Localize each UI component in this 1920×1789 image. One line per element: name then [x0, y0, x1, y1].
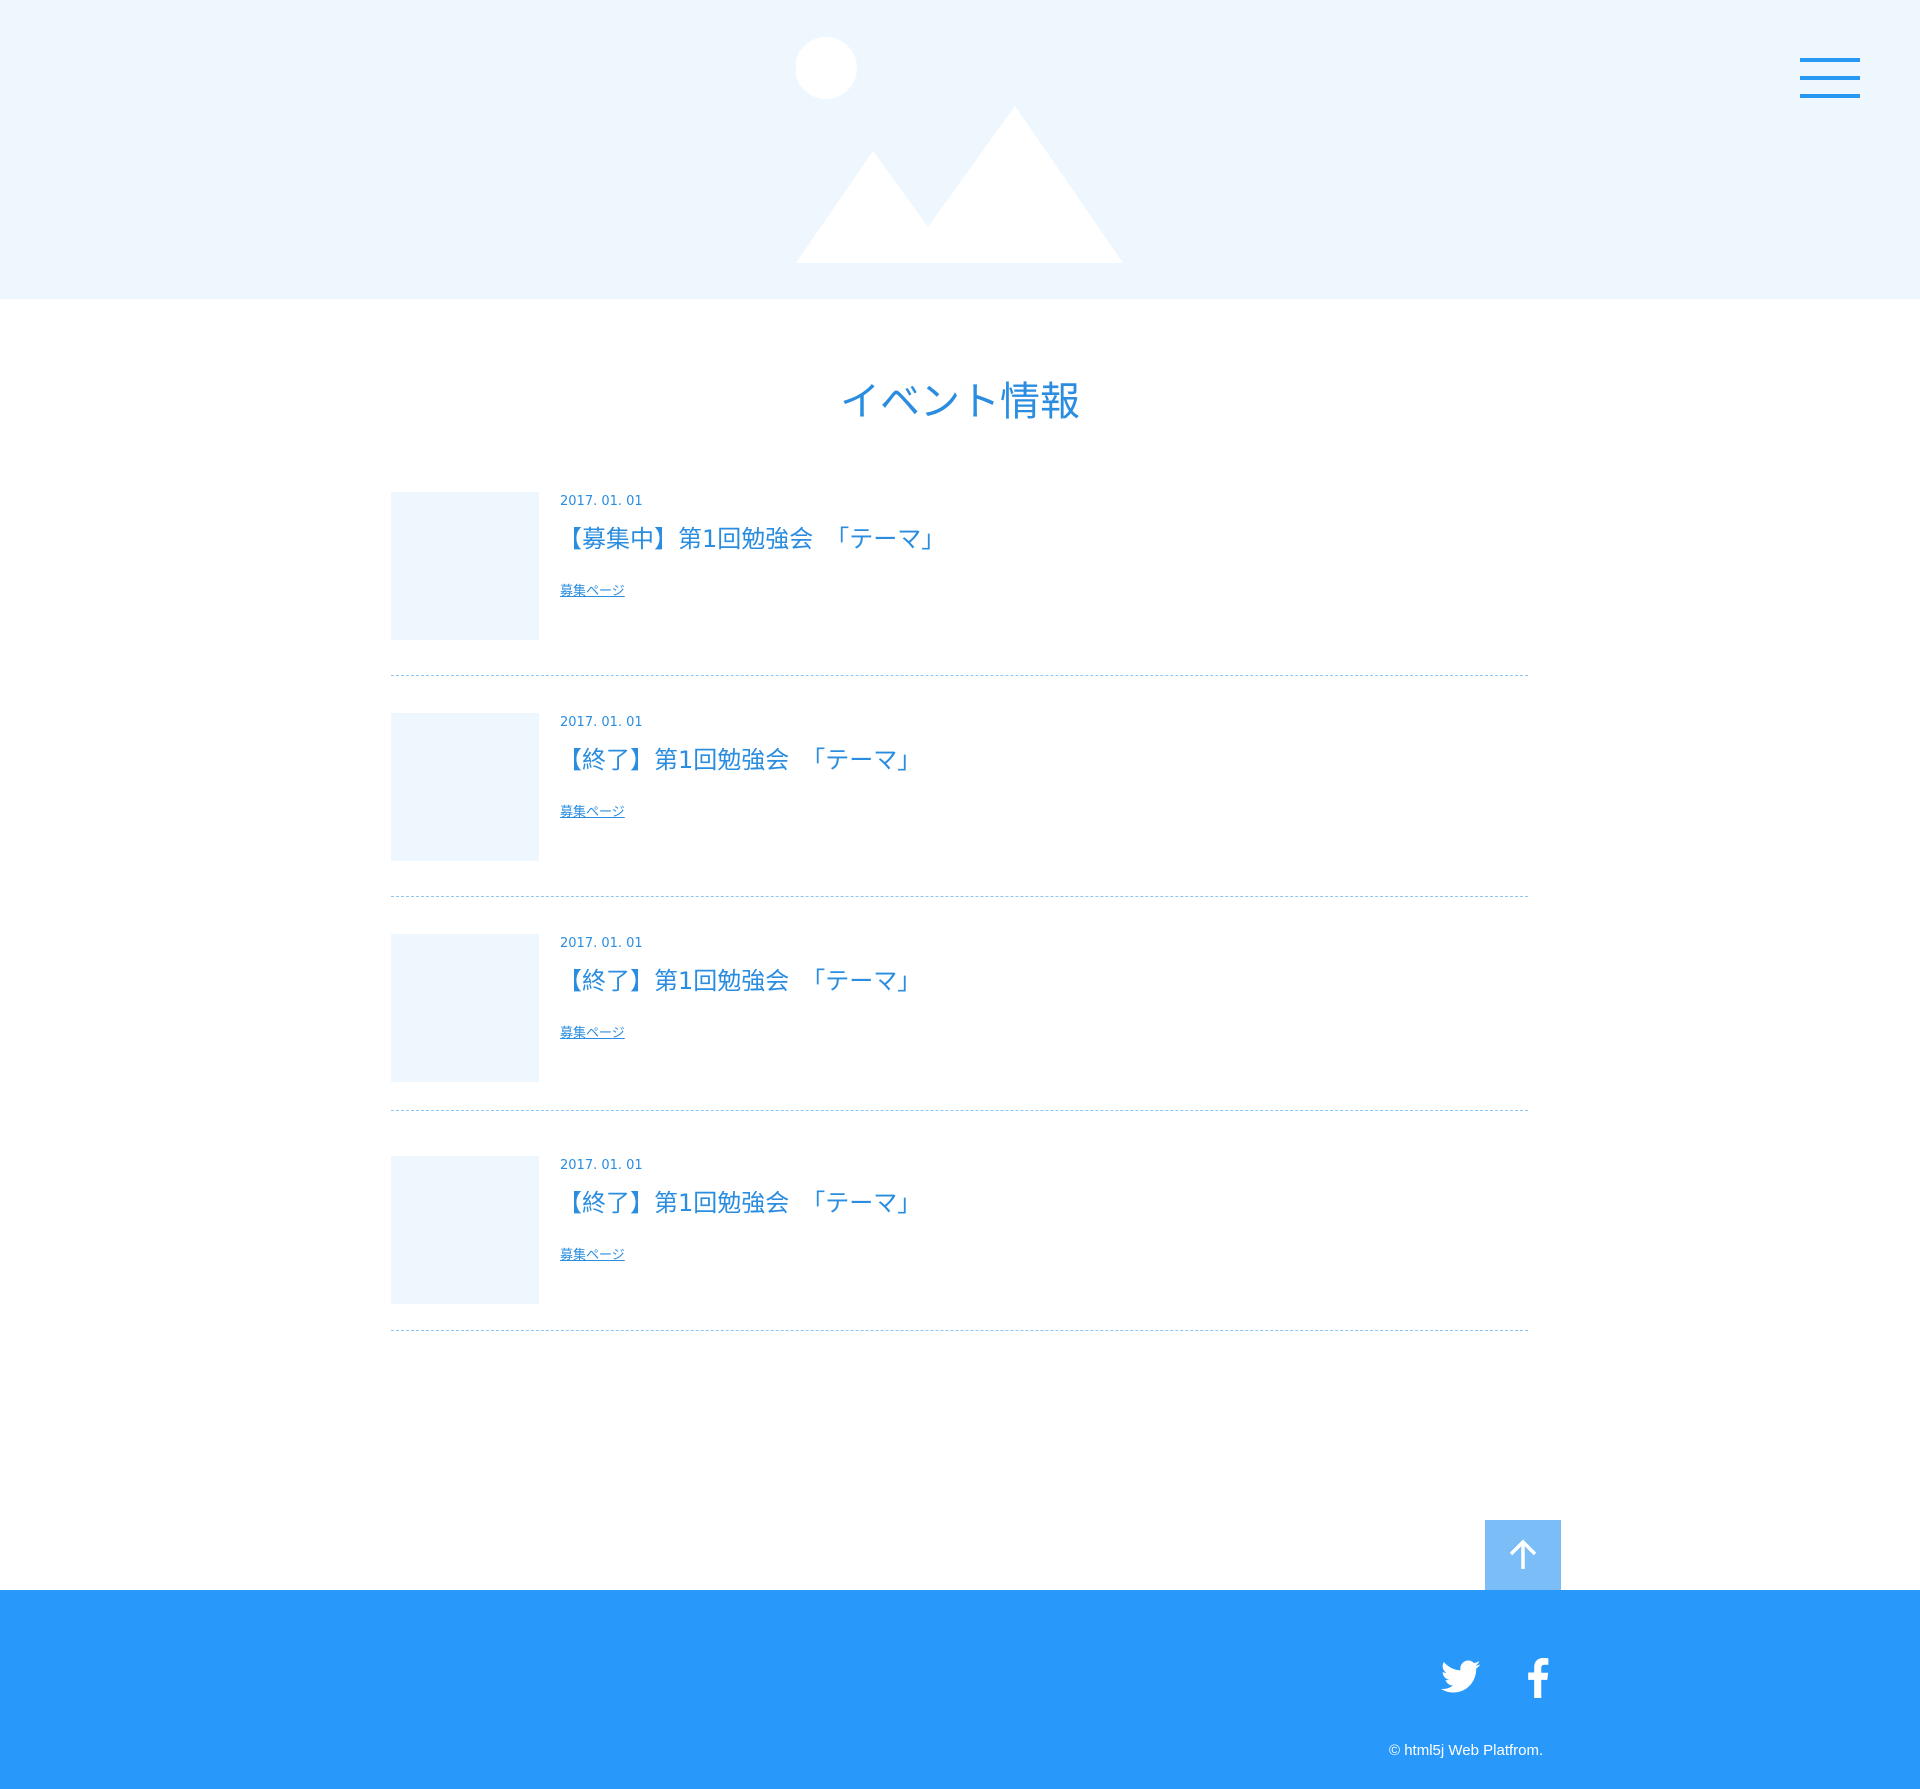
menu-bar-top	[1800, 58, 1860, 62]
mountain-image-icon	[796, 37, 1123, 263]
event-date: 2017. 01. 01	[560, 494, 643, 509]
event-thumbnail[interactable]	[391, 713, 539, 861]
event-title-link[interactable]: 【終了】第1回勉強会 「テーマ」	[558, 1186, 921, 1220]
hero-header	[0, 0, 1920, 299]
twitter-icon[interactable]	[1441, 1660, 1481, 1694]
back-to-top-button[interactable]	[1485, 1520, 1561, 1590]
site-footer: © html5j Web Platfrom.	[0, 1590, 1920, 1789]
recruitment-page-link[interactable]: 募集ページ	[560, 1022, 625, 1041]
recruitment-page-link[interactable]: 募集ページ	[560, 1244, 625, 1263]
event-thumbnail[interactable]	[391, 1156, 539, 1304]
event-date: 2017. 01. 01	[560, 715, 643, 730]
event-divider	[391, 896, 1528, 897]
event-date: 2017. 01. 01	[560, 936, 643, 951]
event-title-link[interactable]: 【募集中】第1回勉強会 「テーマ」	[558, 522, 945, 556]
hamburger-menu-button[interactable]	[1792, 56, 1860, 106]
event-divider	[391, 1110, 1528, 1111]
event-divider	[391, 675, 1528, 676]
recruitment-page-link[interactable]: 募集ページ	[560, 801, 625, 820]
facebook-icon[interactable]	[1526, 1658, 1550, 1698]
event-thumbnail[interactable]	[391, 492, 539, 640]
copyright-text: © html5j Web Platfrom.	[1389, 1742, 1544, 1759]
arrow-up-icon	[1509, 1539, 1537, 1569]
event-date: 2017. 01. 01	[560, 1158, 643, 1173]
event-title-link[interactable]: 【終了】第1回勉強会 「テーマ」	[558, 964, 921, 998]
menu-bar-bottom	[1800, 94, 1860, 98]
event-title-link[interactable]: 【終了】第1回勉強会 「テーマ」	[558, 743, 921, 777]
event-divider	[391, 1330, 1528, 1331]
menu-bar-middle	[1800, 76, 1860, 80]
event-thumbnail[interactable]	[391, 934, 539, 1082]
recruitment-page-link[interactable]: 募集ページ	[560, 580, 625, 599]
page-title: イベント情報	[840, 379, 1080, 425]
